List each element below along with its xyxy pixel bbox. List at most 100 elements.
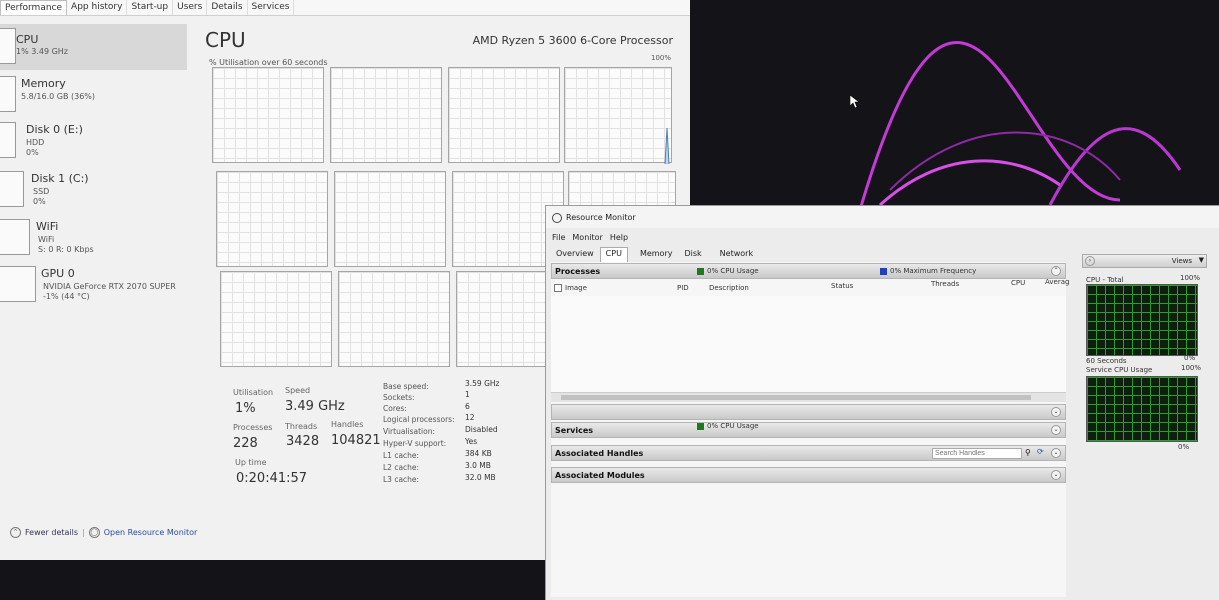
sidebar-item-value: 0% [33, 197, 46, 206]
uptime-label: Up time [235, 458, 267, 467]
chevron-right-icon[interactable]: › [1085, 256, 1095, 266]
tab-overview[interactable]: Overview [550, 247, 600, 262]
detail-label: Hyper-V support: [383, 439, 447, 448]
column-status[interactable]: Status [831, 282, 853, 290]
column-cpu[interactable]: CPU [1011, 279, 1025, 287]
threads-label: Threads [285, 422, 318, 431]
cpu-details: Base speed: 3.59 GHz Sockets: 1 Cores: 6… [383, 379, 513, 492]
chevron-down-icon[interactable]: ⌄ [1051, 470, 1061, 480]
open-resource-monitor-link[interactable]: Open Resource Monitor [104, 528, 198, 537]
service-cpu-usage-label: Service CPU Usage [1086, 366, 1153, 374]
core-graph [564, 67, 672, 164]
detail-value: 1 [465, 390, 470, 399]
task-manager-tab-bar: Performance App history Start-up Users D… [0, 0, 690, 16]
chevron-up-icon[interactable]: ⌃ [10, 527, 21, 538]
section-title: Associated Handles [555, 449, 644, 458]
utilisation-graph-label: % Utilisation over 60 seconds [209, 58, 328, 67]
detail-label: Logical processors: [383, 415, 455, 424]
close-icon[interactable]: ✕ [1208, 206, 1217, 209]
horizontal-scrollbar[interactable] [551, 392, 1066, 402]
sidebar-item-cpu[interactable]: CPU 1% 3.49 GHz [0, 24, 187, 70]
menu-file[interactable]: File [552, 233, 565, 242]
tab-start-up[interactable]: Start-up [127, 0, 174, 15]
detail-value: Disabled [465, 425, 498, 434]
core-graph [220, 271, 332, 367]
search-handles-input[interactable] [932, 448, 1022, 459]
views-bar: › Views ▼ [1082, 254, 1207, 268]
sidebar-item-gpu-0[interactable]: GPU 0 NVIDIA GeForce RTX 2070 SUPER -1% … [0, 262, 187, 308]
title-bar: Resource Monitor □ ✕ [546, 206, 1219, 228]
sidebar-item-label: Memory [21, 77, 66, 90]
expand-bar[interactable]: ⌄ [551, 404, 1066, 420]
processes-label: Processes [233, 423, 273, 432]
handles-value: 104821 [331, 433, 381, 448]
fewer-details-link[interactable]: Fewer details [25, 528, 78, 537]
detail-value: 3.0 MB [465, 461, 491, 470]
maximize-icon[interactable]: □ [1179, 206, 1188, 207]
resource-monitor-icon[interactable]: ◯ [88, 527, 100, 538]
chevron-up-icon[interactable]: ⌃ [1051, 266, 1061, 276]
tab-app-history[interactable]: App history [67, 0, 128, 15]
chevron-down-icon[interactable]: ⌄ [1051, 425, 1061, 435]
scrollbar-thumb[interactable] [561, 395, 1031, 400]
footer-divider: | [82, 528, 85, 537]
cpu-total-graph [1086, 284, 1198, 356]
tab-disk[interactable]: Disk [678, 247, 707, 262]
views-button[interactable]: Views [1172, 257, 1192, 265]
column-threads[interactable]: Threads [931, 280, 959, 288]
dropdown-arrow-icon[interactable]: ▼ [1199, 256, 1204, 264]
cpu-total-pct: 0% [1184, 354, 1196, 362]
utilisation-label: Utilisation [233, 388, 274, 397]
detail-label: L2 cache: [383, 463, 420, 472]
sidebar-item-disk-1[interactable]: Disk 1 (C:) SSD 0% [0, 167, 187, 213]
services-section-header[interactable]: Services 0% CPU Usage ⌄ [551, 422, 1066, 438]
processor-model: AMD Ryzen 5 3600 6-Core Processor [472, 34, 673, 47]
max-frequency-text: 0% Maximum Frequency [890, 267, 977, 275]
detail-label: Sockets: [383, 393, 415, 402]
sidebar-item-memory[interactable]: Memory 5.8/16.0 GB (36%) [0, 72, 187, 118]
utilisation-graph-max: 100% [650, 54, 671, 62]
core-graph [334, 171, 446, 267]
column-image[interactable]: Image [565, 284, 587, 292]
select-all-checkbox[interactable] [554, 284, 562, 292]
sidebar-item-label: CPU [16, 33, 39, 46]
tab-network[interactable]: Network [714, 247, 759, 262]
sidebar-item-wifi[interactable]: WiFi WiFi S: 0 R: 0 Kbps [0, 215, 187, 261]
tab-users[interactable]: Users [173, 0, 208, 15]
column-average-cpu[interactable]: Averag [1045, 278, 1069, 286]
detail-label: L1 cache: [383, 451, 420, 460]
sidebar-item-label: Disk 0 (E:) [26, 123, 83, 136]
processes-section-header[interactable]: Processes 0% CPU Usage 0% Maximum Freque… [551, 263, 1066, 279]
uptime-value: 0:20:41:57 [236, 471, 308, 486]
cpu-total-max: 100% [1180, 274, 1201, 282]
refresh-icon[interactable]: ⟳ [1037, 447, 1044, 456]
menu-help[interactable]: Help [610, 233, 628, 242]
tab-cpu[interactable]: CPU [599, 247, 628, 262]
sidebar-item-value: 0% [26, 148, 39, 157]
cpu-usage-legend: 0% CPU Usage [697, 267, 759, 275]
core-graph [216, 171, 328, 267]
chevron-down-icon[interactable]: ⌄ [1051, 407, 1061, 417]
column-pid[interactable]: PID [677, 284, 689, 292]
associated-modules-section-header[interactable]: Associated Modules ⌄ [551, 467, 1066, 483]
menu-monitor[interactable]: Monitor [572, 233, 602, 242]
service-cpu-pct: 0% [1178, 443, 1190, 451]
detail-label: L3 cache: [383, 475, 420, 484]
search-icon[interactable]: ⚲ [1025, 448, 1031, 457]
sidebar-item-type: WiFi [38, 235, 55, 244]
chevron-down-icon[interactable]: ⌄ [1051, 448, 1061, 458]
sidebar-item-type: NVIDIA GeForce RTX 2070 SUPER [43, 282, 176, 291]
column-description[interactable]: Description [709, 284, 749, 292]
associated-handles-section-header[interactable]: Associated Handles ⚲ ⟳ ⌄ [551, 445, 1066, 461]
section-title: Processes [555, 267, 601, 276]
sidebar-thumbnail-graph [0, 28, 16, 64]
tab-performance[interactable]: Performance [0, 0, 68, 15]
sidebar-item-value: -1% (44 °C) [43, 292, 90, 301]
detail-value: 3.59 GHz [465, 379, 500, 388]
tab-memory[interactable]: Memory [634, 247, 679, 262]
tab-details[interactable]: Details [207, 0, 248, 15]
seconds-label: 60 Seconds [1086, 357, 1127, 365]
tab-services[interactable]: Services [248, 0, 295, 15]
service-cpu-graph [1086, 376, 1198, 442]
sidebar-item-disk-0[interactable]: Disk 0 (E:) HDD 0% [0, 118, 187, 164]
